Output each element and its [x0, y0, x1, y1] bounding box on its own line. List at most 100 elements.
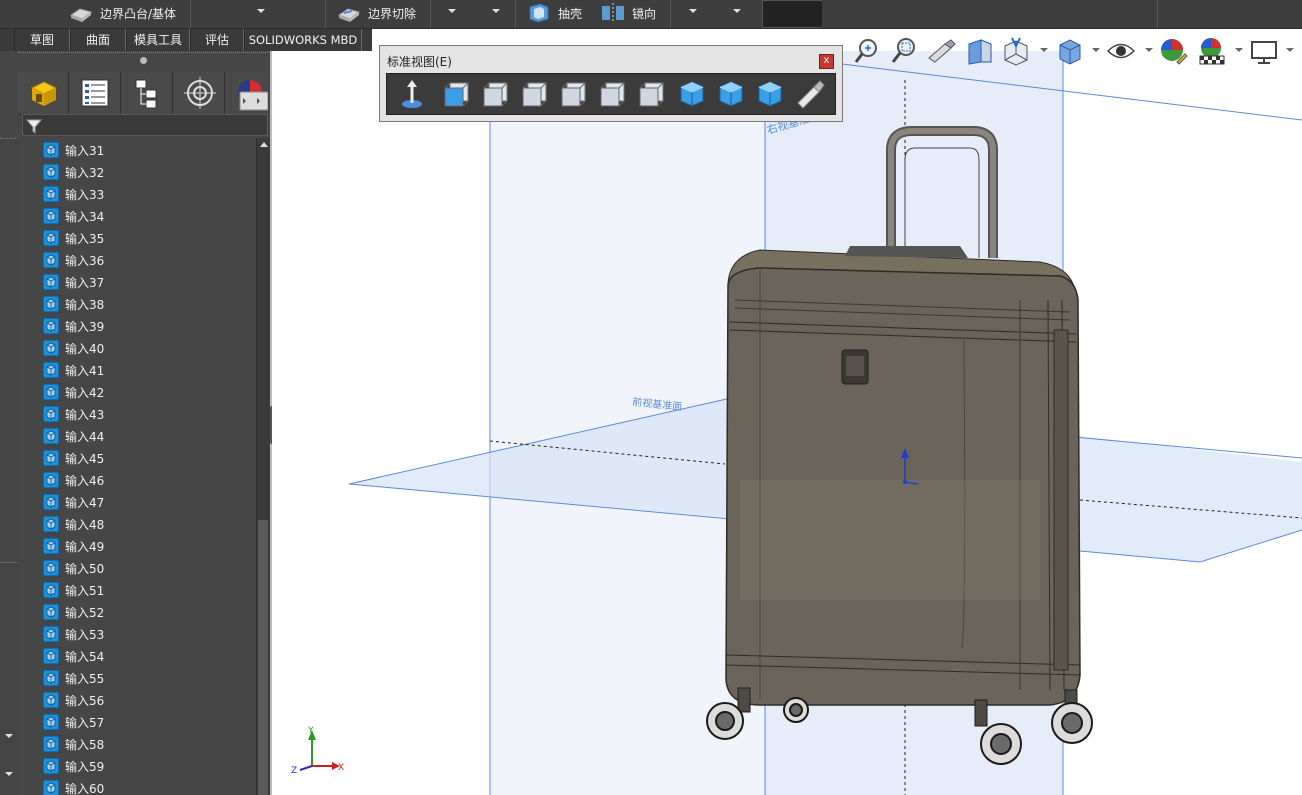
normal-to-icon	[402, 80, 422, 108]
boundary-cut-button[interactable]: 边界切除	[336, 0, 416, 26]
view-selector-button[interactable]	[792, 77, 826, 111]
tree-item[interactable]: 输入57	[42, 711, 104, 733]
tab-sketch[interactable]: 草图	[14, 29, 70, 51]
tree-item[interactable]: 输入44	[42, 425, 104, 447]
edit-appearance-button[interactable]	[1157, 36, 1189, 66]
tree-item[interactable]: 输入54	[42, 645, 104, 667]
tree-item[interactable]: 输入39	[42, 315, 104, 337]
tree-item[interactable]: 输入33	[42, 183, 104, 205]
tree-item[interactable]: 输入52	[42, 601, 104, 623]
ribbon-dropdown-caret[interactable]	[257, 9, 265, 13]
dimxpert-manager-tab[interactable]	[174, 72, 225, 114]
display-manager-tab[interactable]	[226, 72, 269, 114]
normal-to-button[interactable]	[395, 77, 429, 111]
tree-item-label: 输入55	[65, 671, 105, 686]
zoom-to-fit-button[interactable]	[852, 36, 884, 66]
tree-item-label: 输入60	[65, 781, 105, 795]
tab-mold-tools[interactable]: 模具工具	[126, 29, 190, 51]
tree-item[interactable]: 输入50	[42, 557, 104, 579]
back-view-button[interactable]	[479, 77, 513, 111]
mirror-button[interactable]: 镜向	[600, 0, 656, 26]
chevron-down-icon[interactable]	[1040, 48, 1048, 52]
scrollbar-thumb[interactable]	[258, 520, 268, 795]
display-style-button[interactable]	[1054, 36, 1086, 66]
imported-body-icon	[42, 713, 60, 731]
chevron-down-icon[interactable]	[1092, 48, 1100, 52]
triad-z-label: Z	[291, 766, 297, 776]
imported-body-icon	[42, 163, 60, 181]
zoom-to-area-button[interactable]	[888, 36, 920, 66]
tree-item[interactable]: 输入48	[42, 513, 104, 535]
graphics-area[interactable]: 前视基准面 右视基准面 Y X Z	[272, 51, 1302, 795]
ribbon-dropdown-caret[interactable]	[689, 9, 697, 13]
front-view-button[interactable]	[440, 77, 474, 111]
shell-button[interactable]: 抽壳	[526, 0, 582, 26]
chevron-down-icon[interactable]	[1235, 48, 1243, 52]
tree-item-label: 输入34	[65, 209, 105, 224]
view-settings-button[interactable]	[1248, 36, 1280, 66]
view-orientation-icon	[1004, 37, 1028, 66]
reference-triad[interactable]: Y X Z	[291, 726, 344, 776]
ribbon-dropdown-caret[interactable]	[492, 9, 500, 13]
scroll-up-icon[interactable]	[260, 142, 268, 147]
tree-item[interactable]: 输入47	[42, 491, 104, 513]
tree-item[interactable]: 输入53	[42, 623, 104, 645]
left-view-button[interactable]	[518, 77, 552, 111]
ribbon-dropdown-caret[interactable]	[733, 9, 741, 13]
ribbon-dropdown-caret[interactable]	[448, 9, 456, 13]
feature-manager-tab[interactable]	[18, 72, 69, 114]
tree-item[interactable]: 输入51	[42, 579, 104, 601]
tree-item-label: 输入52	[65, 605, 105, 620]
tree-filter-bar[interactable]	[22, 114, 268, 136]
chevron-down-icon[interactable]	[5, 734, 13, 738]
property-manager-tab[interactable]	[70, 72, 121, 114]
dimetric-view-button[interactable]	[753, 77, 787, 111]
chevron-down-icon[interactable]	[5, 772, 13, 776]
model-scene: 前视基准面 右视基准面 Y X Z	[291, 51, 1302, 795]
tree-item[interactable]: 输入34	[42, 205, 104, 227]
configuration-manager-tab[interactable]	[122, 72, 173, 114]
imported-body-icon	[42, 691, 60, 709]
imported-body-icon	[42, 339, 60, 357]
tree-item-label: 输入56	[65, 693, 105, 708]
tree-item[interactable]: 输入43	[42, 403, 104, 425]
close-icon[interactable]: x	[819, 54, 834, 69]
hide-show-items-button[interactable]	[1105, 36, 1137, 66]
tree-item[interactable]: 输入56	[42, 689, 104, 711]
boundary-boss-button[interactable]: 边界凸台/基体	[68, 0, 176, 26]
tree-item-label: 输入40	[65, 341, 105, 356]
tab-evaluate[interactable]: 评估	[190, 29, 244, 51]
shell-label: 抽壳	[558, 6, 583, 21]
apply-scene-button[interactable]	[1196, 36, 1228, 66]
tree-item[interactable]: 输入60	[42, 777, 104, 795]
trimetric-view-button[interactable]	[714, 77, 748, 111]
tree-item[interactable]: 输入46	[42, 469, 104, 491]
isometric-view-button[interactable]	[675, 77, 709, 111]
tree-item[interactable]: 输入42	[42, 381, 104, 403]
tree-item[interactable]: 输入55	[42, 667, 104, 689]
tree-item[interactable]: 输入59	[42, 755, 104, 777]
tree-item[interactable]: 输入45	[42, 447, 104, 469]
imported-body-icon	[42, 383, 60, 401]
tab-solidworks-mbd[interactable]: SOLIDWORKS MBD	[244, 29, 362, 51]
tree-item[interactable]: 输入40	[42, 337, 104, 359]
tree-item[interactable]: 输入32	[42, 161, 104, 183]
tree-item[interactable]: 输入49	[42, 535, 104, 557]
right-view-button[interactable]	[557, 77, 591, 111]
tree-item[interactable]: 输入37	[42, 271, 104, 293]
previous-view-button[interactable]	[925, 36, 957, 66]
tree-item[interactable]: 输入35	[42, 227, 104, 249]
chevron-down-icon[interactable]	[1286, 48, 1294, 52]
tree-item[interactable]: 输入31	[42, 139, 104, 161]
section-view-button[interactable]	[963, 36, 995, 66]
tree-item[interactable]: 输入38	[42, 293, 104, 315]
tree-item[interactable]: 输入58	[42, 733, 104, 755]
view-orientation-button[interactable]	[1000, 36, 1032, 66]
standard-views-title[interactable]: 标准视图(E)	[387, 53, 452, 70]
top-view-button[interactable]	[596, 77, 630, 111]
tab-surfaces[interactable]: 曲面	[70, 29, 126, 51]
bottom-view-button[interactable]	[635, 77, 669, 111]
chevron-down-icon[interactable]	[1145, 48, 1153, 52]
tree-item[interactable]: 输入41	[42, 359, 104, 381]
tree-item[interactable]: 输入36	[42, 249, 104, 271]
